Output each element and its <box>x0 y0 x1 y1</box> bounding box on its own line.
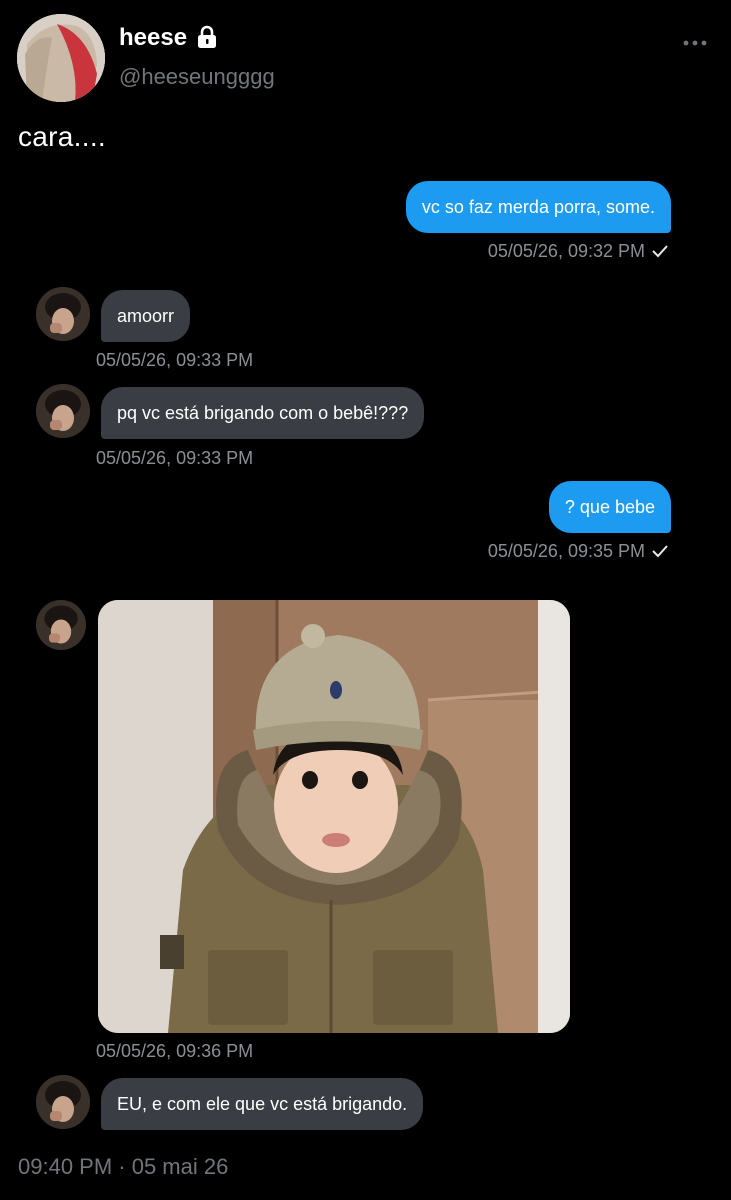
message-bubble-outgoing[interactable]: ? que bebe <box>548 481 671 533</box>
message-time-text: 05/05/26, 09:35 PM <box>487 541 645 561</box>
message-bubble-incoming[interactable]: amoorr <box>101 290 191 342</box>
message-timestamp: 05/05/26, 09:33 PM <box>96 350 254 370</box>
profile-handle[interactable]: @heeseungggg <box>119 64 275 90</box>
lock-icon <box>196 25 218 49</box>
profile-name[interactable]: heese <box>119 24 187 52</box>
more-options-icon[interactable] <box>682 36 708 50</box>
message-bubble-incoming[interactable]: EU, e com ele que vc está brigando. <box>101 1078 424 1130</box>
message-timestamp: 05/05/26, 09:36 PM <box>96 1041 254 1061</box>
contact-avatar[interactable] <box>36 287 90 341</box>
sent-check-icon <box>651 241 669 263</box>
message-timestamp: 05/05/26, 09:32 PM <box>488 240 669 263</box>
contact-avatar[interactable] <box>36 600 86 650</box>
tweet-timestamp[interactable]: 09:40 PM · 05 mai 26 <box>18 1154 228 1180</box>
profile-avatar[interactable] <box>17 14 105 102</box>
message-image[interactable] <box>98 600 570 1033</box>
message-bubble-outgoing[interactable]: vc so faz merda porra, some. <box>405 181 671 233</box>
contact-avatar[interactable] <box>36 384 90 438</box>
contact-avatar[interactable] <box>36 1075 90 1129</box>
message-bubble-incoming[interactable]: pq vc está brigando com o bebê!??? <box>101 387 425 439</box>
sent-check-icon <box>651 541 669 563</box>
message-timestamp: 05/05/26, 09:33 PM <box>96 448 254 468</box>
message-timestamp: 05/05/26, 09:35 PM <box>488 540 669 563</box>
tweet-text: cara.... <box>18 121 106 152</box>
message-time-text: 05/05/26, 09:32 PM <box>487 241 645 261</box>
